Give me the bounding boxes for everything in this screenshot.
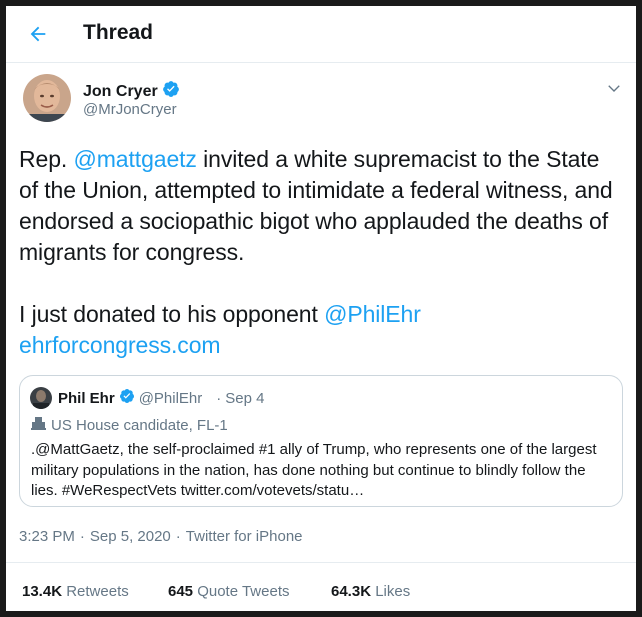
url-link[interactable]: ehrforcongress.com [19, 332, 221, 358]
verified-badge-icon [162, 80, 180, 103]
tweet-paragraph-3: ehrforcongress.com [19, 330, 619, 361]
author-handle[interactable]: @MrJonCryer [83, 101, 177, 118]
mention-link[interactable]: @mattgaetz [73, 146, 196, 172]
tweet-text-segment: I just donated to his opponent [19, 301, 325, 327]
tweet-date[interactable]: Sep 5, 2020 [90, 528, 171, 545]
tweet-text-segment: Rep. [19, 146, 74, 172]
quoted-author-name: Phil Ehr [58, 389, 115, 407]
tweet-paragraph-2: I just donated to his opponent @PhilEhr [19, 299, 619, 330]
back-arrow-icon[interactable] [24, 20, 52, 48]
tweet-stats-bar: 13.4K Retweets 645 Quote Tweets 64.3K Li… [6, 562, 636, 611]
tweet-text: Rep. @mattgaetz invited a white supremac… [19, 144, 619, 361]
quoted-header: Phil Ehr @PhilEhr · Sep 4 [58, 388, 264, 408]
quoted-author-handle: @PhilEhr [138, 389, 203, 407]
tweet-timestamp-row: 3:23 PM · Sep 5, 2020 · Twitter for iPho… [19, 528, 303, 545]
quote-tweets-label: Quote Tweets [197, 583, 290, 600]
quote-tweets-count: 645 [168, 583, 194, 600]
verified-badge-icon [119, 388, 135, 408]
author-name: Jon Cryer [83, 82, 158, 100]
quote-tweets-stat[interactable]: 645 Quote Tweets [168, 583, 289, 600]
retweets-label: Retweets [66, 583, 129, 600]
tweet-paragraph-1: Rep. @mattgaetz invited a white supremac… [19, 144, 619, 268]
tweet-detail-page: Thread Jon Cryer @MrJonCryer Rep. @mattg… [6, 6, 636, 611]
separator-dot: · [79, 528, 85, 545]
likes-count: 64.3K [331, 583, 372, 600]
quoted-author-avatar [30, 387, 52, 409]
quoted-body: .@MattGaetz, the self-proclaimed #1 ally… [31, 441, 597, 499]
tweet-source[interactable]: Twitter for iPhone [186, 528, 303, 545]
quoted-label-text: US House candidate, FL-1 [51, 416, 228, 434]
page-title: Thread [83, 21, 154, 44]
separator-dot: · [216, 389, 222, 407]
likes-label: Likes [375, 583, 411, 600]
retweets-stat[interactable]: 13.4K Retweets [22, 583, 129, 600]
likes-stat[interactable]: 64.3K Likes [331, 583, 410, 600]
separator-dot: · [175, 528, 181, 545]
quoted-date: Sep 4 [225, 389, 265, 407]
government-building-icon [31, 416, 46, 434]
quoted-tweet[interactable]: Phil Ehr @PhilEhr · Sep 4 US House candi… [19, 375, 623, 507]
author-name-row[interactable]: Jon Cryer [83, 80, 180, 103]
chevron-down-icon[interactable] [604, 78, 624, 98]
author-avatar[interactable] [23, 74, 71, 122]
mention-link[interactable]: @PhilEhr [324, 301, 421, 327]
page-header: Thread [6, 6, 636, 63]
quoted-author-label: US House candidate, FL-1 [31, 416, 228, 434]
tweet-time[interactable]: 3:23 PM [19, 528, 75, 545]
retweets-count: 13.4K [22, 583, 63, 600]
